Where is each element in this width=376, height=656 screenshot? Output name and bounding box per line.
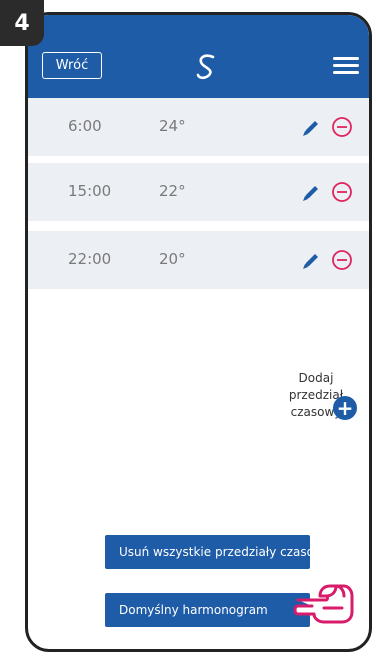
row-time: 6:00 bbox=[68, 117, 102, 135]
schedule-row: 6:00 24° bbox=[28, 98, 369, 156]
minus-circle-icon[interactable] bbox=[331, 249, 353, 271]
back-button[interactable]: Wróć bbox=[42, 52, 102, 79]
plus-circle-icon[interactable]: + bbox=[333, 396, 357, 420]
remove-all-intervals-button[interactable]: Usuń wszystkie przedziały czasowe bbox=[105, 535, 310, 569]
pencil-icon[interactable] bbox=[300, 117, 322, 139]
menu-icon[interactable] bbox=[333, 57, 359, 75]
logo-icon bbox=[196, 54, 215, 80]
pencil-icon[interactable] bbox=[300, 250, 322, 272]
row-time: 22:00 bbox=[68, 250, 112, 268]
schedule-row: 15:00 22° bbox=[28, 163, 369, 221]
row-temperature: 20° bbox=[159, 250, 186, 268]
pencil-icon[interactable] bbox=[300, 182, 322, 204]
phone-frame: Wróć 6:00 24° 15:00 22° 22:00 20° Dodaj … bbox=[25, 12, 372, 652]
row-temperature: 24° bbox=[159, 117, 186, 135]
row-time: 15:00 bbox=[68, 182, 112, 200]
default-schedule-button[interactable]: Domyślny harmonogram bbox=[105, 593, 310, 627]
pointing-hand-icon bbox=[293, 584, 354, 624]
top-bar: Wróć bbox=[28, 15, 369, 98]
minus-circle-icon[interactable] bbox=[331, 116, 353, 138]
add-interval-line1: Dodaj bbox=[298, 371, 334, 385]
minus-circle-icon[interactable] bbox=[331, 181, 353, 203]
schedule-row: 22:00 20° bbox=[28, 231, 369, 289]
step-badge: 4 bbox=[0, 0, 44, 46]
row-temperature: 22° bbox=[159, 182, 186, 200]
